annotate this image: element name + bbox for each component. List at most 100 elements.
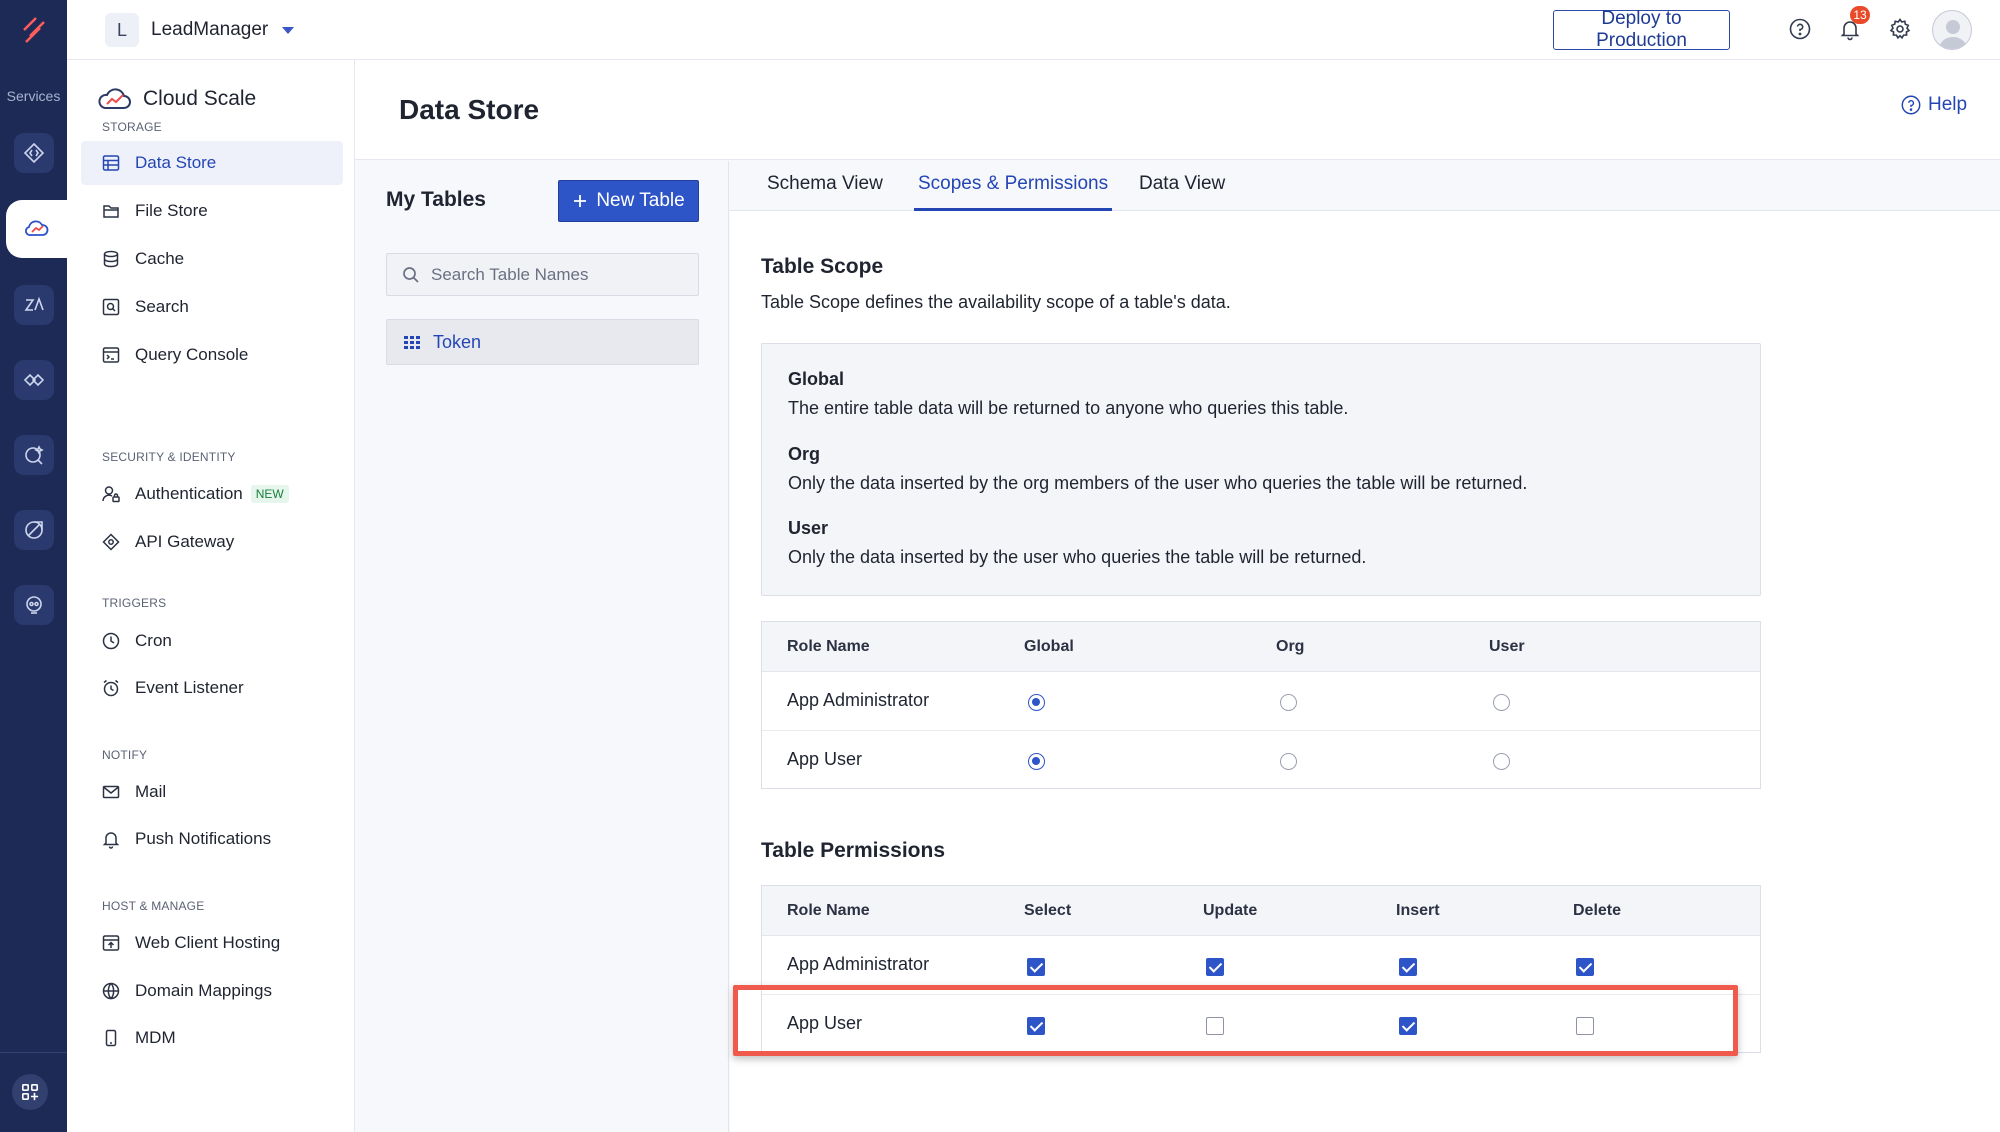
- help-label: Help: [1928, 94, 1968, 115]
- scope-radio-user[interactable]: [1493, 694, 1510, 711]
- column-select: Select: [1024, 902, 1072, 919]
- table-search: [386, 253, 699, 296]
- column-delete: Delete: [1573, 902, 1622, 919]
- table-list-item[interactable]: Token: [386, 319, 699, 365]
- cloud-scale-icon[interactable]: [6, 200, 67, 258]
- table-icon: [102, 155, 120, 171]
- scope-roles-table: Role Name Global Org User App Administra…: [761, 621, 1761, 789]
- column-org: Org: [1276, 638, 1305, 655]
- quickml-icon[interactable]: [14, 435, 54, 475]
- clock-icon: [102, 632, 120, 650]
- sidebar-item-push-notifications[interactable]: Push Notifications: [81, 817, 343, 861]
- project-initial: L: [105, 13, 139, 47]
- help-link[interactable]: Help: [1900, 94, 1967, 116]
- insert-checkbox[interactable]: [1399, 1017, 1417, 1035]
- search-table-names-input[interactable]: [431, 264, 691, 285]
- delete-checkbox[interactable]: [1576, 958, 1594, 976]
- table-header: Role Name Select Update Insert Delete: [762, 886, 1760, 936]
- table-scope-description: Table Scope defines the availability sco…: [761, 292, 1231, 312]
- signals-icon[interactable]: [14, 585, 54, 625]
- sidebar-item-mdm[interactable]: MDM: [81, 1016, 343, 1060]
- catalyst-logo-icon[interactable]: [16, 12, 52, 48]
- tab-schema-view[interactable]: Schema View: [767, 173, 883, 211]
- new-table-label: New Table: [596, 190, 685, 211]
- search-icon: [403, 266, 419, 283]
- scope-radio-user[interactable]: [1493, 753, 1510, 770]
- devops-icon[interactable]: [14, 360, 54, 400]
- permissions-table: Role Name Select Update Insert Delete Ap…: [761, 885, 1761, 1053]
- column-role-name: Role Name: [787, 902, 870, 919]
- sidebar-item-data-store[interactable]: Data Store: [81, 141, 343, 185]
- gear-icon[interactable]: [1886, 15, 1914, 43]
- column-global: Global: [1024, 638, 1074, 655]
- project-name: LeadManager: [151, 19, 269, 40]
- sidebar-item-file-store[interactable]: File Store: [81, 189, 343, 233]
- delete-checkbox[interactable]: [1576, 1017, 1594, 1035]
- role-name: App User: [787, 1013, 863, 1033]
- section-triggers: TRIGGERS: [102, 596, 167, 610]
- services-label: Services: [6, 88, 61, 104]
- sidebar-item-api-gateway[interactable]: API Gateway: [81, 520, 343, 564]
- select-checkbox[interactable]: [1027, 1017, 1045, 1035]
- sidebar-item-authentication[interactable]: Authentication NEW: [81, 472, 343, 516]
- api-gateway-icon: [102, 533, 120, 551]
- user-lock-icon: [102, 486, 120, 503]
- plus-icon: [574, 195, 587, 207]
- scope-radio-global[interactable]: [1028, 753, 1045, 770]
- section-host-manage: HOST & MANAGE: [102, 899, 205, 913]
- sidebar-item-label: Event Listener: [135, 678, 244, 697]
- select-checkbox[interactable]: [1027, 958, 1045, 976]
- smart-browz-icon[interactable]: [14, 510, 54, 550]
- table-scope-title: Table Scope: [761, 255, 884, 278]
- sidebar-item-domain-mappings[interactable]: Domain Mappings: [81, 969, 343, 1013]
- avatar[interactable]: [1932, 10, 1972, 50]
- sidebar-item-cache[interactable]: Cache: [81, 237, 343, 281]
- scope-radio-org[interactable]: [1280, 694, 1297, 711]
- new-table-button[interactable]: New Table: [558, 180, 699, 222]
- sidebar-item-label: Push Notifications: [135, 829, 272, 848]
- chevron-down-icon: [282, 26, 295, 34]
- search-box-icon: [102, 298, 120, 316]
- zia-icon[interactable]: [14, 285, 54, 325]
- insert-checkbox[interactable]: [1399, 958, 1417, 976]
- service-title-text: Cloud Scale: [143, 87, 257, 110]
- help-circle-icon: [1901, 95, 1921, 115]
- table-row: App User: [762, 996, 1760, 1054]
- update-checkbox[interactable]: [1206, 1017, 1224, 1035]
- sidebar-item-label: Data Store: [135, 153, 217, 172]
- apps-grid-icon[interactable]: [12, 1074, 48, 1110]
- table-permissions-title: Table Permissions: [761, 839, 946, 862]
- sidebar-item-cron[interactable]: Cron: [81, 619, 343, 663]
- help-circle-icon[interactable]: [1786, 15, 1814, 43]
- sidebar-item-mail[interactable]: Mail: [81, 770, 343, 814]
- deploy-to-production-button[interactable]: Deploy to Production: [1553, 8, 1730, 51]
- mail-icon: [102, 785, 120, 799]
- sidebar-item-query-console[interactable]: Query Console: [81, 333, 343, 377]
- globe-icon: [102, 982, 120, 1000]
- database-icon: [103, 250, 119, 268]
- table-grid-icon: [404, 336, 420, 349]
- my-tables-panel: My Tables New Table Token: [355, 161, 729, 1132]
- scope-definitions: Global The entire table data will be ret…: [761, 343, 1761, 596]
- sidebar-item-search[interactable]: Search: [81, 285, 343, 329]
- sidebar-item-label: Cache: [135, 249, 185, 268]
- tab-scopes-permissions[interactable]: Scopes & Permissions: [914, 173, 1113, 211]
- role-name: App Administrator: [787, 954, 930, 974]
- table-header: Role Name Global Org User: [762, 622, 1760, 672]
- view-tabs: Schema View Scopes & Permissions Data Vi…: [730, 161, 2000, 211]
- update-checkbox[interactable]: [1206, 958, 1224, 976]
- scope-radio-global[interactable]: [1028, 694, 1045, 711]
- tab-data-view[interactable]: Data View: [1139, 173, 1225, 211]
- sidebar-item-label: Domain Mappings: [135, 981, 273, 1000]
- service-title: Cloud Scale: [97, 84, 256, 114]
- sidebar-item-web-client-hosting[interactable]: Web Client Hosting: [81, 921, 343, 965]
- scope-user-text: Only the data inserted by the user who q…: [788, 547, 1367, 567]
- notification-count-badge: 13: [1850, 6, 1870, 24]
- serverless-icon[interactable]: [14, 133, 54, 173]
- scope-radio-org[interactable]: [1280, 753, 1297, 770]
- bell-icon: [102, 832, 120, 849]
- sidebar-item-event-listener[interactable]: Event Listener: [81, 666, 343, 710]
- project-switcher[interactable]: L LeadManager: [105, 13, 295, 47]
- column-insert: Insert: [1396, 902, 1440, 919]
- scope-org-text: Only the data inserted by the org member…: [788, 473, 1528, 493]
